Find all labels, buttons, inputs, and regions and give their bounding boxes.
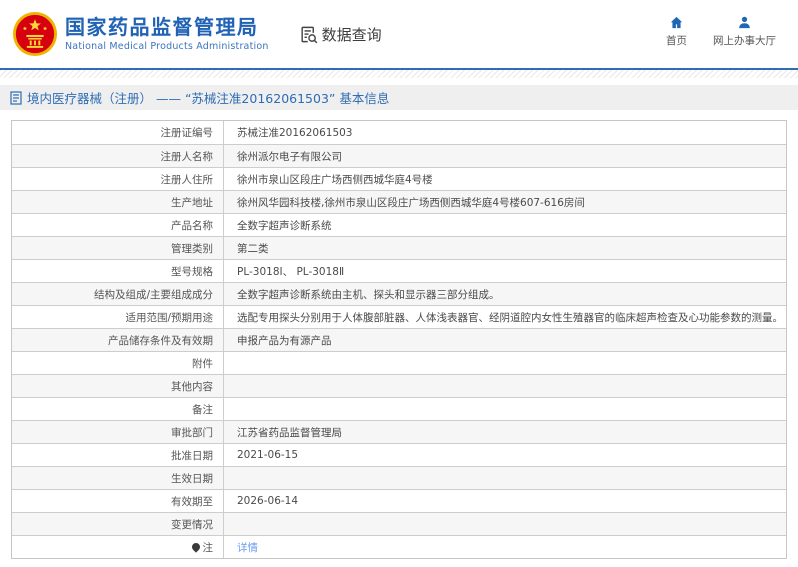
row-label-text: 变更情况	[171, 518, 213, 531]
row-value: 详情	[224, 536, 786, 558]
row-label-text: 产品储存条件及有效期	[108, 334, 213, 347]
row-label: 产品名称	[12, 214, 224, 236]
row-label-text: 有效期至	[171, 495, 213, 508]
row-label-text: 注	[202, 541, 214, 554]
row-value: 2021-06-15	[237, 449, 299, 461]
row-label: 注	[12, 536, 224, 558]
nav-home[interactable]: 首页	[666, 15, 687, 48]
row-label: 批准日期	[12, 444, 224, 466]
detail-link[interactable]: 详情	[237, 540, 258, 555]
row-label-text: 其他内容	[171, 380, 213, 393]
table-row: 变更情况	[12, 512, 786, 535]
hatch-strip	[0, 70, 798, 78]
row-label-text: 注册人名称	[160, 150, 214, 163]
table-row: 备注	[12, 397, 786, 420]
row-label: 备注	[12, 398, 224, 420]
row-value: 徐州市泉山区段庄广场西侧西城华庭4号楼	[237, 173, 433, 186]
brand-text: 国家药品监督管理局 National Medical Products Admi…	[65, 15, 269, 53]
row-label: 注册人名称	[12, 145, 224, 167]
row-value	[224, 513, 786, 535]
table-row: 产品名称 全数字超声诊断系统	[12, 213, 786, 236]
table-row: 适用范围/预期用途 选配专用探头分别用于人体腹部脏器、人体浅表器官、经阴道腔内女性…	[12, 305, 786, 328]
row-label-text: 附件	[192, 357, 213, 370]
table-row: 结构及组成/主要组成成分 全数字超声诊断系统由主机、探头和显示器三部分组成。	[12, 282, 786, 305]
row-label: 结构及组成/主要组成成分	[12, 283, 224, 305]
row-value: 徐州派尔电子有限公司	[237, 150, 342, 163]
row-label-text: 结构及组成/主要组成成分	[93, 288, 213, 301]
brand[interactable]: 国家药品监督管理局 National Medical Products Admi…	[12, 11, 269, 57]
table-row: 型号规格 PL-3018Ⅰ、 PL-3018Ⅱ	[12, 259, 786, 282]
table-row: 生产地址 徐州风华园科技楼,徐州市泉山区段庄广场西侧西城华庭4号楼607-616房…	[12, 190, 786, 213]
row-value	[224, 398, 786, 420]
row-value: 2026-06-14	[237, 495, 299, 507]
table-row: 管理类别 第二类	[12, 236, 786, 259]
registration-info-table: 注册证编号 苏械注准20162061503 注册人名称 徐州派尔电子有限公司注册人住所…	[11, 120, 787, 559]
table-row: 其他内容	[12, 374, 786, 397]
row-label-text: 生效日期	[171, 472, 213, 485]
table-row: 审批部门 江苏省药品监督管理局	[12, 420, 786, 443]
site-subtitle: National Medical Products Administration	[65, 41, 269, 52]
top-nav: 首页 网上办事大厅	[666, 15, 776, 48]
nav-online-hall[interactable]: 网上办事大厅	[713, 15, 776, 48]
row-label: 附件	[12, 352, 224, 374]
table-row: 产品储存条件及有效期 申报产品为有源产品	[12, 328, 786, 351]
table-row: 注册人名称 徐州派尔电子有限公司	[12, 144, 786, 167]
row-value: 选配专用探头分别用于人体腹部脏器、人体浅表器官、经阴道腔内女性生殖器官的临床超声…	[237, 311, 783, 324]
table-row: 附件	[12, 351, 786, 374]
nav-online-hall-label: 网上办事大厅	[713, 35, 776, 47]
row-label-text: 审批部门	[171, 426, 213, 439]
row-label-text: 注册人住所	[160, 173, 214, 186]
row-label-text: 备注	[192, 403, 213, 416]
row-value: 全数字超声诊断系统	[237, 219, 332, 232]
row-label-text: 适用范围/预期用途	[125, 311, 213, 324]
row-value	[224, 352, 786, 374]
note-pin-icon	[189, 541, 202, 553]
row-value: 全数字超声诊断系统由主机、探头和显示器三部分组成。	[237, 288, 500, 301]
row-label: 适用范围/预期用途	[12, 306, 224, 328]
row-value	[224, 375, 786, 397]
row-label: 型号规格	[12, 260, 224, 282]
row-label: 生效日期	[12, 467, 224, 489]
row-label: 管理类别	[12, 237, 224, 259]
row-label: 其他内容	[12, 375, 224, 397]
table-row: 注册人住所 徐州市泉山区段庄广场西侧西城华庭4号楼	[12, 167, 786, 190]
row-label-text: 注册证编号	[160, 127, 214, 139]
site-title: 国家药品监督管理局	[65, 15, 259, 39]
row-label-text: 生产地址	[171, 196, 213, 209]
row-value: 苏械注准20162061503	[237, 127, 353, 139]
row-value: 江苏省药品监督管理局	[237, 426, 342, 439]
row-label-text: 批准日期	[171, 449, 213, 462]
data-query-icon	[301, 26, 317, 43]
row-label: 变更情况	[12, 513, 224, 535]
row-label-text: 产品名称	[171, 219, 213, 232]
table-row: 生效日期	[12, 466, 786, 489]
national-emblem-logo	[12, 11, 58, 57]
table-row: 注册证编号 苏械注准20162061503	[12, 121, 786, 144]
breadcrumb-text: 境内医疗器械（注册） —— “苏械注准20162061503” 基本信息	[27, 91, 390, 106]
row-label-text: 管理类别	[171, 242, 213, 255]
table-row: 有效期至 2026-06-14	[12, 489, 786, 512]
row-label: 生产地址	[12, 191, 224, 213]
site-header: 国家药品监督管理局 National Medical Products Admi…	[0, 0, 798, 68]
row-label: 产品储存条件及有效期	[12, 329, 224, 351]
row-value: 第二类	[237, 242, 269, 255]
nav-home-label: 首页	[666, 35, 687, 47]
person-icon	[739, 16, 750, 29]
row-value: 徐州风华园科技楼,徐州市泉山区段庄广场西侧西城华庭4号楼607-616房间	[237, 196, 585, 209]
row-label-text: 型号规格	[171, 265, 213, 278]
breadcrumb: 境内医疗器械（注册） —— “苏械注准20162061503” 基本信息	[0, 85, 798, 110]
row-value: PL-3018Ⅰ、 PL-3018Ⅱ	[237, 265, 345, 278]
row-value	[224, 467, 786, 489]
data-query-button[interactable]: 数据查询	[299, 24, 382, 45]
row-value: 申报产品为有源产品	[237, 334, 332, 347]
data-query-label: 数据查询	[321, 25, 382, 44]
row-label: 注册证编号	[12, 121, 224, 144]
table-row: 批准日期 2021-06-15	[12, 443, 786, 466]
row-label: 注册人住所	[12, 168, 224, 190]
row-label: 审批部门	[12, 421, 224, 443]
home-icon	[670, 16, 683, 29]
document-icon	[10, 90, 22, 105]
table-row: 注 详情	[12, 535, 786, 558]
row-label: 有效期至	[12, 490, 224, 512]
